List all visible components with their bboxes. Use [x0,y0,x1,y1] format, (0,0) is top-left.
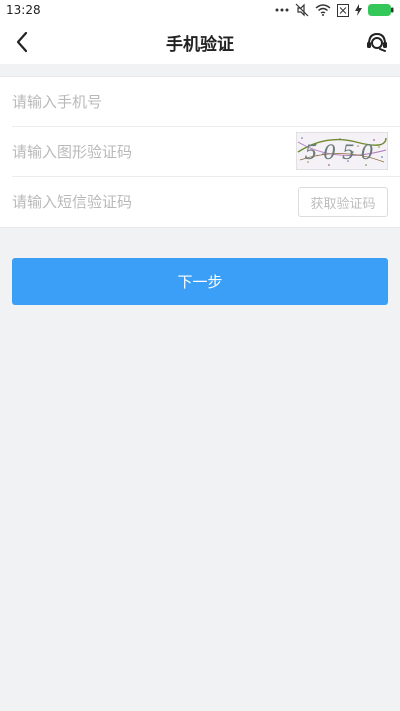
status-icons [275,3,394,17]
captcha-image[interactable]: 5050 [296,132,388,170]
battery-icon [368,4,394,16]
more-dots-icon [275,8,289,12]
captcha-text: 5050 [305,140,380,164]
phone-input[interactable] [12,92,282,111]
status-time: 13:28 [6,3,41,17]
captcha-row: 5050 [12,127,400,177]
nav-bar: 手机验证 [0,20,400,64]
phone-row [12,77,400,127]
get-sms-code-button[interactable]: 获取验证码 [298,187,388,217]
status-bar: 13:28 [0,0,400,20]
sms-code-input[interactable] [12,193,282,211]
verification-form: 5050 获取验证码 [0,76,400,228]
sms-row: 获取验证码 [12,177,400,227]
chevron-left-icon[interactable] [10,29,36,55]
captcha-input[interactable] [12,142,282,161]
wifi-icon [315,4,331,16]
next-step-button[interactable]: 下一步 [12,258,388,305]
page-title: 手机验证 [166,34,234,55]
mute-icon [295,3,309,17]
sim-icon [337,3,349,17]
customer-service-icon[interactable] [364,29,390,55]
charging-icon [355,4,362,16]
